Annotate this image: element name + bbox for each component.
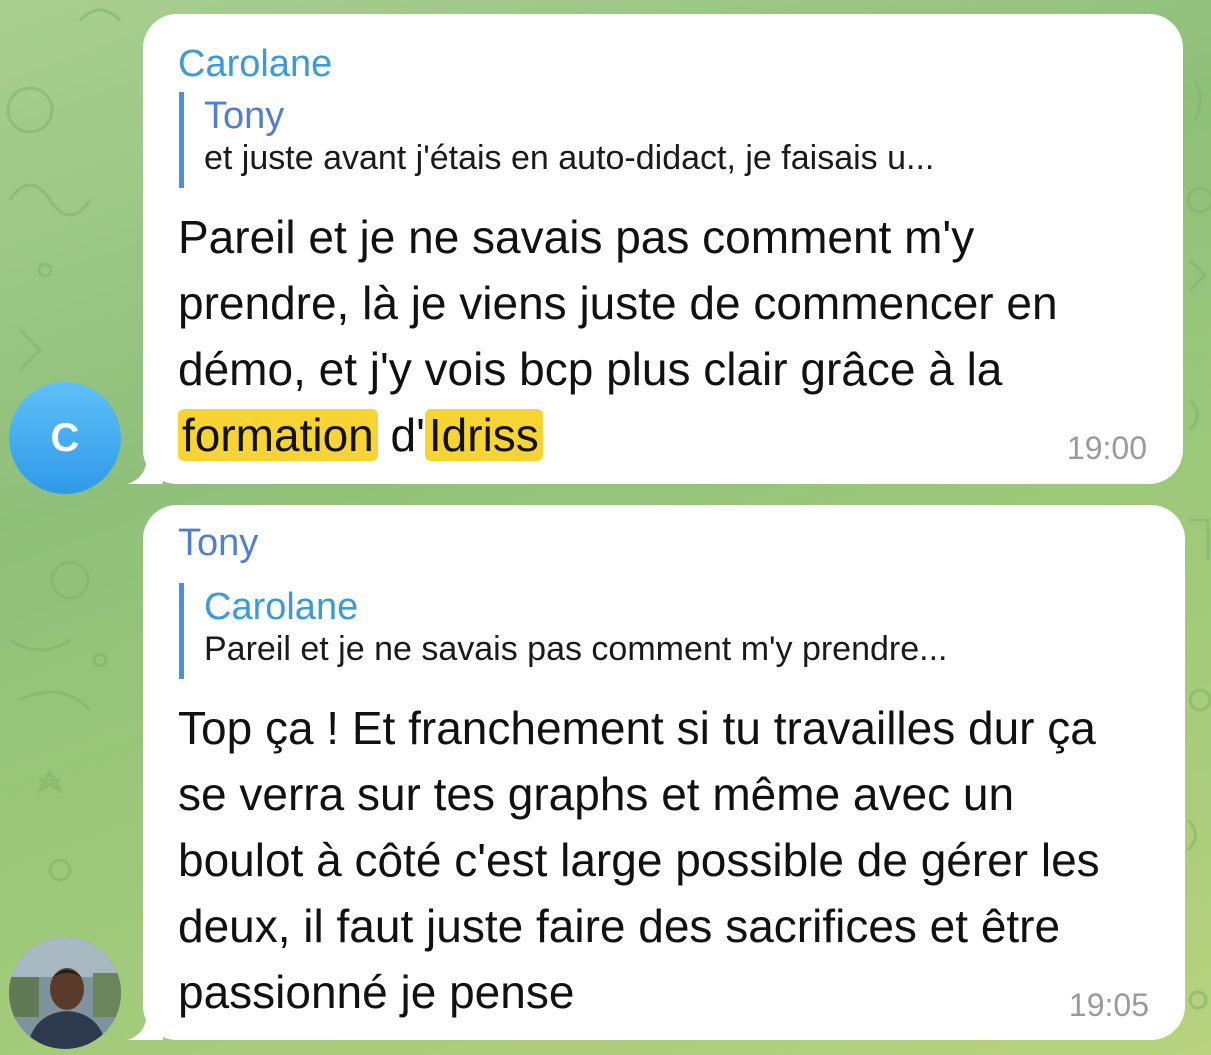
avatar-carolane[interactable]: C	[9, 382, 121, 494]
message-timestamp: 19:05	[1068, 987, 1149, 1023]
message-bubble-carolane[interactable]: Carolane Tony et juste avant j'étais en …	[143, 14, 1183, 484]
sender-name[interactable]: Tony	[178, 521, 258, 565]
message-timestamp: 19:00	[1066, 430, 1147, 466]
reply-snippet: et juste avant j'étais en auto-didact, j…	[204, 139, 935, 177]
avatar-tony[interactable]	[9, 937, 121, 1049]
user-photo-icon	[9, 937, 121, 1049]
message-text: Top ça ! Et franchement si tu travailles…	[178, 702, 1100, 1018]
reply-snippet: Pareil et je ne savais pas comment m'y p…	[204, 630, 948, 668]
reply-sender-name: Carolane	[204, 586, 359, 628]
reply-preview[interactable]: Carolane Pareil et je ne savais pas comm…	[179, 583, 1155, 679]
highlighted-word: Idriss	[424, 409, 543, 461]
avatar-letter: C	[50, 415, 80, 460]
reply-preview[interactable]: Tony et juste avant j'étais en auto-dida…	[179, 92, 1153, 188]
message-text-part: Pareil et je ne savais pas comment m'y p…	[178, 211, 1058, 395]
message-text-part: d'	[377, 409, 425, 461]
sender-name[interactable]: Carolane	[178, 42, 332, 86]
message-text: Pareil et je ne savais pas comment m'y p…	[178, 204, 1148, 468]
highlighted-word: formation	[178, 409, 378, 461]
message-bubble-tony[interactable]: Tony Carolane Pareil et je ne savais pas…	[143, 505, 1185, 1040]
reply-sender-name: Tony	[204, 95, 285, 137]
